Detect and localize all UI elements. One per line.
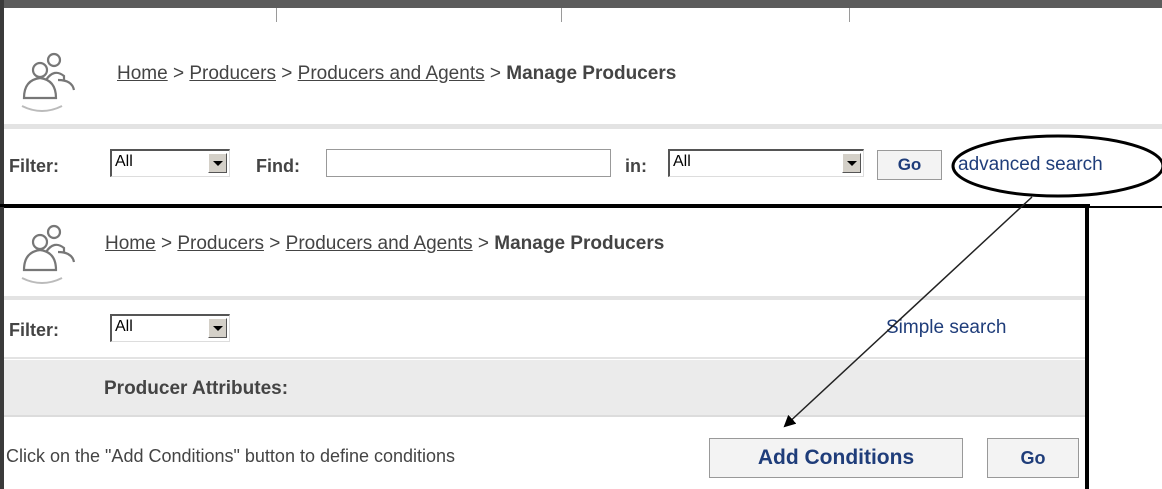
panel-left-border xyxy=(0,207,4,489)
find-input[interactable] xyxy=(326,149,611,177)
breadcrumb-separator: > xyxy=(489,63,501,84)
breadcrumb-producers-link[interactable]: Producers xyxy=(189,63,276,84)
attributes-header-band: Producer Attributes: xyxy=(4,360,1085,416)
go-button[interactable]: Go xyxy=(877,150,942,180)
breadcrumb: Home > Producers > Producers and Agents … xyxy=(117,63,676,85)
filter-label: Filter: xyxy=(9,156,60,176)
in-label: in: xyxy=(625,156,647,176)
chevron-down-icon[interactable] xyxy=(208,153,227,173)
panel-right-border xyxy=(1085,207,1089,489)
search-field-select[interactable]: All xyxy=(668,149,864,177)
filter-select-value: All xyxy=(115,318,133,335)
attributes-heading: Producer Attributes: xyxy=(104,378,289,399)
section-divider xyxy=(4,357,1085,359)
panel-bottom-border xyxy=(1090,206,1162,208)
simple-search-link[interactable]: Simple search xyxy=(886,317,1006,339)
instruction-text: Click on the "Add Conditions" button to … xyxy=(6,446,456,466)
breadcrumb-separator: > xyxy=(269,233,281,254)
go-button[interactable]: Go xyxy=(987,438,1079,478)
tab-divider xyxy=(849,8,850,22)
panel-left-border xyxy=(0,0,4,207)
breadcrumb-producers-agents-link[interactable]: Producers and Agents xyxy=(286,233,473,254)
panel-top-border xyxy=(0,0,1162,8)
advanced-search-link[interactable]: advanced search xyxy=(958,154,1103,176)
simple-search-panel: Home > Producers > Producers and Agents … xyxy=(0,0,1162,208)
breadcrumb-producers-agents-link[interactable]: Producers and Agents xyxy=(298,63,485,84)
tab-divider xyxy=(561,8,562,22)
chevron-down-icon[interactable] xyxy=(842,153,861,173)
filter-label: Filter: xyxy=(9,320,60,340)
find-label: Find: xyxy=(256,156,300,176)
page-title: Manage Producers xyxy=(494,233,665,254)
panel-bottom-border xyxy=(0,204,1090,208)
breadcrumb-separator: > xyxy=(281,63,293,84)
breadcrumb-home-link[interactable]: Home xyxy=(117,63,168,84)
breadcrumb-producers-link[interactable]: Producers xyxy=(177,233,264,254)
breadcrumb: Home > Producers > Producers and Agents … xyxy=(105,233,664,255)
page-title: Manage Producers xyxy=(506,63,677,84)
chevron-down-icon[interactable] xyxy=(208,318,227,338)
filter-select-value: All xyxy=(115,153,133,170)
filter-select[interactable]: All xyxy=(110,149,230,177)
section-divider xyxy=(4,415,1085,417)
breadcrumb-separator: > xyxy=(172,63,185,84)
filter-select[interactable]: All xyxy=(110,314,230,342)
section-divider xyxy=(4,296,1085,300)
breadcrumb-separator: > xyxy=(477,233,489,254)
breadcrumb-home-link[interactable]: Home xyxy=(105,233,156,254)
people-icon xyxy=(21,52,76,112)
section-divider xyxy=(4,124,1162,129)
search-field-select-value: All xyxy=(673,153,691,170)
people-icon xyxy=(21,224,76,284)
tab-divider xyxy=(276,8,277,22)
add-conditions-button[interactable]: Add Conditions xyxy=(709,438,963,478)
breadcrumb-separator: > xyxy=(160,233,173,254)
